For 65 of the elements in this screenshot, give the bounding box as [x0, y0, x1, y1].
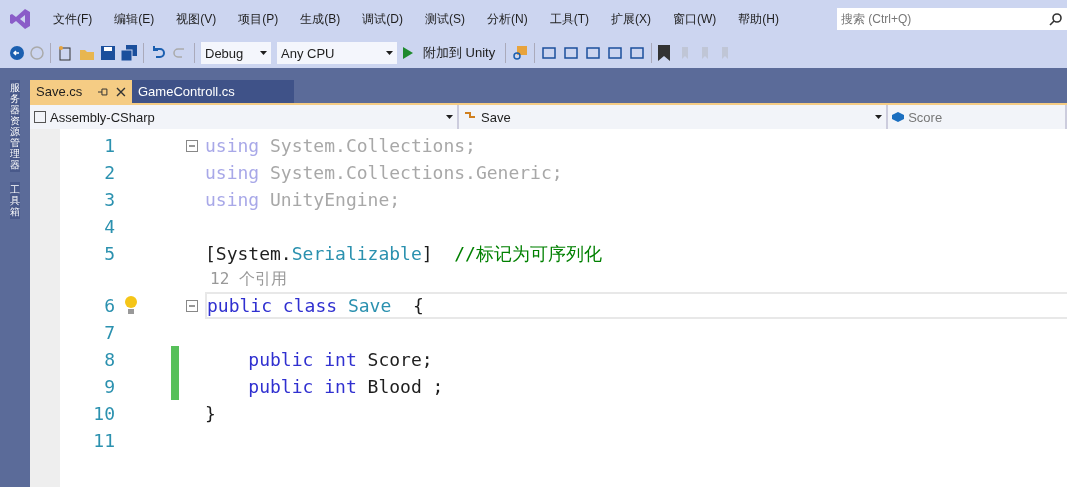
- code-line: [System.Serializable] //标记为可序列化: [205, 241, 602, 266]
- menu-item[interactable]: 扩展(X): [600, 10, 662, 28]
- lightbulb-icon[interactable]: [123, 294, 139, 317]
- menu-item[interactable]: 工具(T): [538, 10, 600, 28]
- bookmark-icon[interactable]: [658, 45, 671, 61]
- side-panel-tab[interactable]: 工具箱: [10, 182, 20, 219]
- menu-item[interactable]: 文件(F): [42, 10, 104, 28]
- toolbar-icon[interactable]: [607, 45, 624, 61]
- line-number: 4: [103, 216, 115, 237]
- search-field[interactable]: 搜索 (Ctrl+Q): [837, 8, 1067, 30]
- logo-icon: [8, 7, 32, 31]
- caret-icon: [446, 115, 454, 119]
- code-line: public int Blood ;: [247, 376, 444, 397]
- line-number: 3: [103, 189, 115, 210]
- code-line: }: [205, 403, 216, 424]
- field-icon: [892, 112, 905, 122]
- collapse-icon[interactable]: [186, 299, 198, 312]
- undo-icon[interactable]: [150, 45, 166, 61]
- menu-item[interactable]: 分析(N): [476, 10, 539, 28]
- find-icon[interactable]: [512, 45, 529, 61]
- menu-item[interactable]: 视图(V): [165, 10, 228, 28]
- new-item-icon[interactable]: [57, 45, 73, 61]
- toolbar-icon[interactable]: [563, 45, 580, 61]
- line-number: 9: [103, 376, 115, 397]
- project-icon: [34, 111, 46, 123]
- file-tab[interactable]: GameControll.cs: [132, 80, 294, 103]
- collapse-icon[interactable]: [186, 139, 198, 152]
- code-line: public int Score;: [247, 349, 433, 370]
- configuration-dropdown[interactable]: Debug: [201, 42, 271, 64]
- line-number: 11: [92, 430, 115, 451]
- save-icon[interactable]: [101, 46, 115, 60]
- line-number: 2: [103, 162, 115, 183]
- line-number: 1: [103, 135, 115, 156]
- menu-item[interactable]: 项目(P): [227, 10, 290, 28]
- platform-dropdown[interactable]: Any CPU: [277, 42, 397, 64]
- file-tab[interactable]: Save.cs: [30, 80, 132, 103]
- code-line: using UnityEngine;: [205, 189, 401, 210]
- code-line: using System.Collections.Generic;: [205, 162, 563, 183]
- caret-icon: [260, 51, 267, 55]
- code-line: using System.Collections;: [205, 135, 476, 156]
- caret-icon: [386, 51, 393, 55]
- save-all-icon[interactable]: [121, 45, 137, 61]
- line-number: 7: [103, 322, 115, 343]
- line-number: 5: [103, 243, 115, 264]
- menu-item[interactable]: 帮助(H): [727, 10, 790, 28]
- code-line: public class Save {: [207, 295, 424, 316]
- line-number: 10: [92, 403, 115, 424]
- toolbar-icon[interactable]: [541, 45, 558, 61]
- menu-item[interactable]: 窗口(W): [662, 10, 728, 28]
- menu-item[interactable]: 生成(B): [289, 10, 352, 28]
- pin-icon[interactable]: [98, 86, 109, 97]
- menu-item[interactable]: 编辑(E): [103, 10, 166, 28]
- toolbar-icon[interactable]: [585, 45, 602, 61]
- menu-item[interactable]: 测试(S): [414, 10, 476, 28]
- attach-button[interactable]: 附加到 Unity: [419, 44, 500, 62]
- side-panel-tab[interactable]: 服务器资源管理器: [10, 80, 20, 172]
- search-icon: [1049, 12, 1063, 26]
- toolbar-icon[interactable]: [629, 45, 646, 61]
- line-number: 6: [103, 295, 115, 316]
- play-icon[interactable]: [403, 47, 413, 59]
- caret-icon: [875, 115, 883, 119]
- menu-item[interactable]: 调试(D): [351, 10, 414, 28]
- back-icon[interactable]: [10, 46, 24, 60]
- close-icon[interactable]: [116, 86, 126, 97]
- line-number: 8: [103, 349, 115, 370]
